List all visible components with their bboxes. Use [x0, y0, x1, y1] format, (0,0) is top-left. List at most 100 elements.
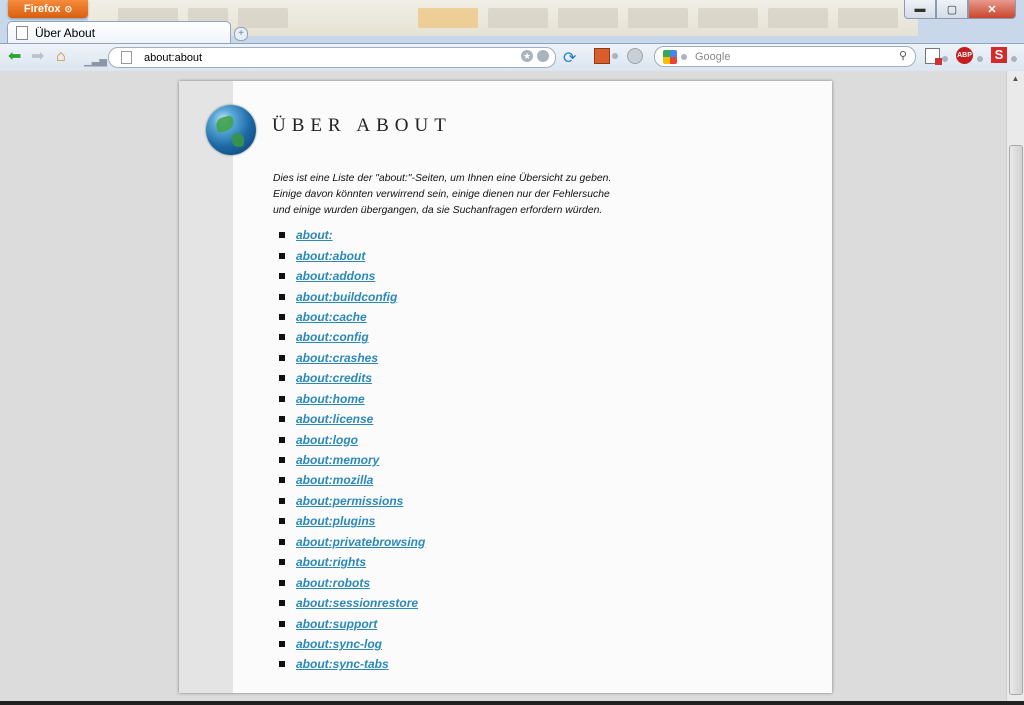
extension-icon[interactable]: [594, 48, 610, 64]
bullet-icon: [279, 579, 285, 586]
bullet-icon: [279, 232, 285, 239]
s-extension-dropdown-icon[interactable]: [1011, 56, 1017, 62]
about-link[interactable]: about:config: [296, 330, 369, 344]
list-item: about:support: [273, 613, 425, 633]
list-item: about:sessionrestore: [273, 593, 425, 613]
tab-ueber-about[interactable]: Über About: [7, 21, 231, 44]
bullet-icon: [279, 395, 285, 402]
bullet-icon: [279, 416, 285, 423]
bullet-icon: [279, 293, 285, 300]
list-item: about:sync-tabs: [273, 654, 425, 674]
list-item: about:about: [273, 245, 425, 265]
list-item: about:memory: [273, 450, 425, 470]
page-title: ÜBER ABOUT: [272, 115, 452, 136]
bullet-icon: [279, 436, 285, 443]
back-button[interactable]: ⬅: [8, 49, 21, 65]
close-button[interactable]: ✕: [968, 0, 1016, 19]
page-icon: [16, 26, 28, 40]
list-item: about:home: [273, 389, 425, 409]
about-link[interactable]: about:privatebrowsing: [296, 535, 425, 549]
search-engine-dropdown-icon[interactable]: [681, 53, 687, 60]
list-item: about:crashes: [273, 348, 425, 368]
bullet-icon: [279, 375, 285, 382]
list-item: about:rights: [273, 552, 425, 572]
about-link[interactable]: about:addons: [296, 269, 375, 283]
home-icon: ⌂: [56, 48, 66, 65]
extension-dropdown-icon[interactable]: [612, 53, 618, 59]
about-link[interactable]: about:sessionrestore: [296, 596, 418, 610]
arrow-right-icon: ➡: [31, 48, 45, 65]
google-icon: [663, 49, 677, 64]
bullet-icon: [279, 273, 285, 280]
extension-circle-icon[interactable]: [627, 48, 643, 64]
about-link[interactable]: about:home: [296, 392, 365, 406]
window-bottom-edge: [0, 701, 1024, 705]
vertical-scrollbar[interactable]: ▲: [1006, 71, 1024, 701]
minimize-button[interactable]: ▬: [904, 0, 936, 19]
home-button[interactable]: ⌂: [56, 49, 66, 65]
forward-button[interactable]: ➡: [31, 49, 44, 65]
about-link[interactable]: about:cache: [296, 310, 367, 324]
about-link[interactable]: about:plugins: [296, 514, 375, 528]
about-link[interactable]: about:credits: [296, 371, 372, 385]
scroll-thumb[interactable]: [1009, 145, 1023, 695]
about-link[interactable]: about:about: [296, 249, 365, 263]
addon-icon[interactable]: [925, 48, 942, 65]
page-gutter: [179, 81, 233, 693]
list-item: about:privatebrowsing: [273, 532, 425, 552]
sync-icon[interactable]: ⟳: [563, 48, 576, 68]
go-icon[interactable]: [537, 50, 549, 62]
about-link[interactable]: about:sync-tabs: [296, 657, 389, 671]
about-link[interactable]: about:crashes: [296, 351, 378, 365]
search-bar[interactable]: Google ⚲: [654, 46, 916, 67]
about-link[interactable]: about:license: [296, 412, 373, 426]
about-link[interactable]: about:: [296, 228, 333, 242]
tab-title: Über About: [35, 26, 96, 40]
arrow-left-icon: ⬅: [8, 48, 22, 65]
about-link[interactable]: about:rights: [296, 555, 366, 569]
globe-icon: [206, 105, 256, 155]
firefox-menu-button[interactable]: Firefox ⊙: [8, 0, 88, 18]
list-item: about:mozilla: [273, 470, 425, 490]
adblock-icon[interactable]: ABP: [956, 47, 973, 64]
list-item: about:permissions: [273, 491, 425, 511]
firefox-menu-label: Firefox: [23, 3, 61, 15]
adblock-dropdown-icon[interactable]: [977, 56, 983, 62]
about-link[interactable]: about:mozilla: [296, 473, 373, 487]
url-text: about:about: [144, 51, 203, 64]
intro-text: Dies ist eine Liste der "about:"-Seiten,…: [273, 171, 633, 219]
s-extension-icon[interactable]: S: [991, 47, 1007, 63]
about-link[interactable]: about:permissions: [296, 494, 403, 508]
bullet-icon: [279, 620, 285, 627]
bullet-icon: [279, 538, 285, 545]
about-link[interactable]: about:sync-log: [296, 637, 382, 651]
bullet-icon: [279, 518, 285, 525]
new-tab-button[interactable]: +: [234, 27, 248, 41]
scroll-up-arrow-icon[interactable]: ▲: [1007, 71, 1024, 87]
list-item: about:cache: [273, 307, 425, 327]
list-item: about:plugins: [273, 511, 425, 531]
intro-line: und einige wurden übergangen, da sie Suc…: [273, 205, 603, 216]
bullet-icon: [279, 334, 285, 341]
about-link[interactable]: about:robots: [296, 576, 370, 590]
bullet-icon: [279, 477, 285, 484]
search-icon[interactable]: ⚲: [899, 49, 907, 62]
about-page: ÜBER ABOUT Dies ist eine Liste der "abou…: [179, 81, 832, 693]
list-item: about:credits: [273, 368, 425, 388]
list-item: about:addons: [273, 266, 425, 286]
about-link[interactable]: about:buildconfig: [296, 290, 397, 304]
page-icon: [121, 51, 132, 64]
about-link[interactable]: about:memory: [296, 453, 379, 467]
about-link[interactable]: about:support: [296, 617, 377, 631]
url-bar[interactable]: about:about ★: [108, 47, 556, 68]
about-link[interactable]: about:logo: [296, 433, 358, 447]
bookmark-star-icon[interactable]: ★: [521, 50, 533, 62]
addon-dropdown-icon[interactable]: [942, 56, 948, 62]
bullet-icon: [279, 640, 285, 647]
bullet-icon: [279, 313, 285, 320]
maximize-icon: ▢: [946, 3, 958, 16]
maximize-button[interactable]: ▢: [936, 0, 968, 19]
minimize-icon: ▬: [914, 3, 926, 15]
list-item: about:: [273, 225, 425, 245]
bullet-icon: [279, 661, 285, 668]
